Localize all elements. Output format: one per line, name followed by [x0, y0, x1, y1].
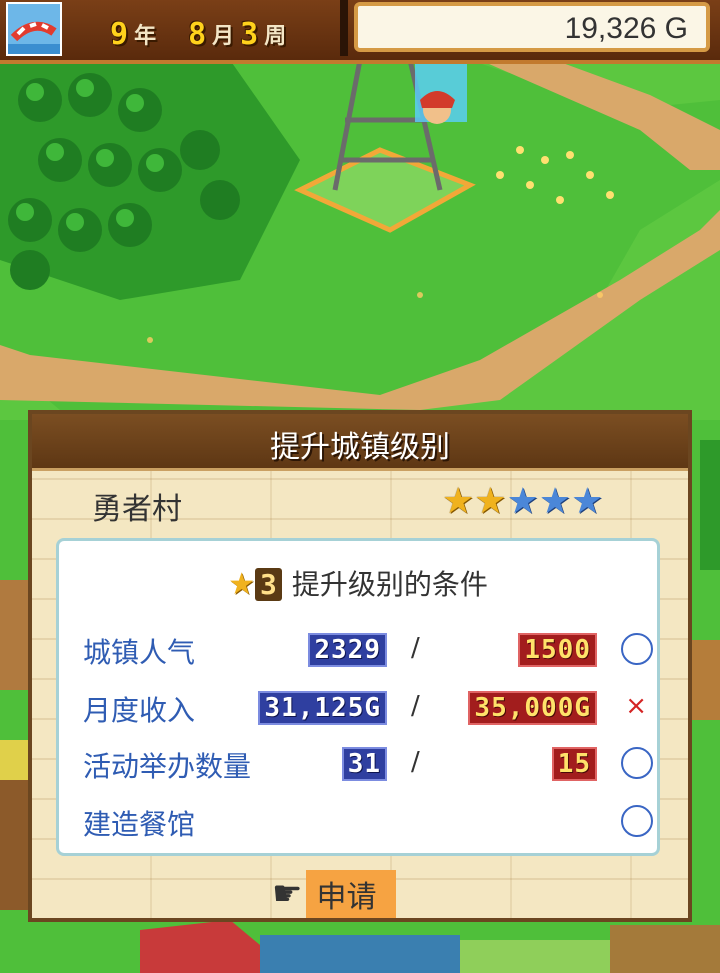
- star-empty-icon: ★: [538, 481, 572, 522]
- condition-label: 城镇人气: [83, 637, 196, 668]
- month-number: 8: [188, 16, 207, 52]
- conditions-title-text: 提升级别的条件: [291, 569, 488, 600]
- hud-divider: [340, 0, 348, 56]
- condition-slash: /: [411, 691, 420, 721]
- condition-met-icon: [621, 747, 653, 779]
- condition-current: 31: [341, 747, 387, 781]
- star-filled-icon: ★: [474, 481, 507, 522]
- star-filled-icon: ★: [442, 481, 475, 522]
- condition-row: 城镇人气 2329 / 1500: [83, 627, 653, 673]
- condition-current: 2329: [308, 633, 387, 667]
- town-rank-stars: ★ ★ ★ ★ ★: [442, 484, 603, 520]
- apply-area: ☛ 申请: [272, 870, 397, 918]
- town-name: 勇者村: [92, 493, 182, 526]
- next-level-badge: 3: [255, 568, 282, 601]
- condition-met-icon: [621, 633, 653, 665]
- week-number: 3: [240, 16, 259, 52]
- condition-row: 建造餐馆: [83, 799, 653, 845]
- month-unit: 月: [212, 24, 235, 49]
- star-empty-icon: ★: [506, 481, 539, 522]
- condition-label: 月度收入: [83, 695, 196, 726]
- year-number: 9: [110, 16, 129, 52]
- condition-row: 活动举办数量 31 / 15: [83, 741, 653, 787]
- condition-label: 建造餐馆: [83, 809, 196, 840]
- conditions-panel: ★ 3 提升级别的条件 城镇人气 2329 / 1500 月度收入 31,125G …: [56, 538, 660, 856]
- dialog-title: 提升城镇级别: [270, 431, 450, 464]
- menu-button[interactable]: [6, 2, 62, 56]
- game-date: 9 年 8 月 3 周: [110, 14, 286, 54]
- pointing-hand-icon: ☛: [272, 874, 303, 914]
- year-unit: 年: [134, 24, 157, 49]
- conditions-title: ★ 3 提升级别的条件: [59, 563, 657, 603]
- star-icon: ★: [228, 568, 256, 601]
- apply-button[interactable]: 申请: [306, 870, 397, 918]
- condition-met-icon: [621, 805, 653, 837]
- gold-amount: 19,326 G: [564, 12, 688, 45]
- condition-label: 活动举办数量: [83, 751, 252, 782]
- condition-row: 月度收入 31,125G / 35,000G ×: [83, 685, 653, 731]
- condition-current: 31,125G: [258, 691, 387, 725]
- condition-required: 15: [551, 747, 597, 781]
- condition-required: 35,000G: [468, 691, 597, 725]
- week-unit: 周: [264, 24, 287, 49]
- lifebuoy-icon: [8, 4, 60, 54]
- condition-slash: /: [411, 633, 420, 663]
- dialog-title-bar: 提升城镇级别: [32, 414, 688, 471]
- top-hud: 9 年 8 月 3 周 19,326 G: [0, 0, 720, 64]
- condition-slash: /: [411, 747, 420, 777]
- gold-display: 19,326 G: [354, 2, 710, 52]
- upgrade-town-dialog: 提升城镇级别 勇者村 ★ ★ ★ ★ ★ ★ 3 提升级别的条件 城镇人气 2329 / 1…: [28, 410, 692, 922]
- star-empty-icon: ★: [571, 481, 604, 522]
- condition-required: 1500: [518, 633, 597, 667]
- condition-unmet-icon: ×: [625, 691, 647, 721]
